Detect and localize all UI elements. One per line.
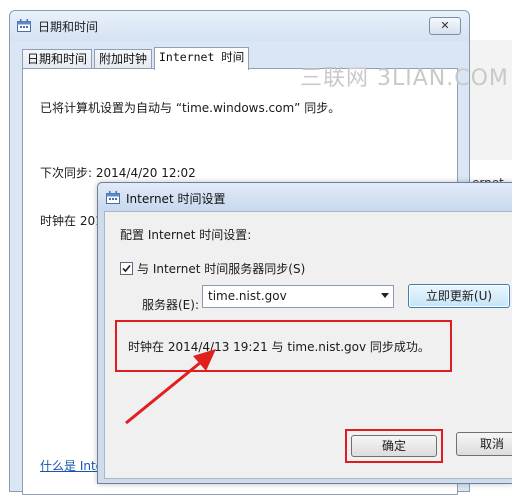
annotation-arrow [125,349,216,425]
tab-internet-time[interactable]: Internet 时间 [154,47,250,70]
arrow-head-icon [193,349,216,371]
